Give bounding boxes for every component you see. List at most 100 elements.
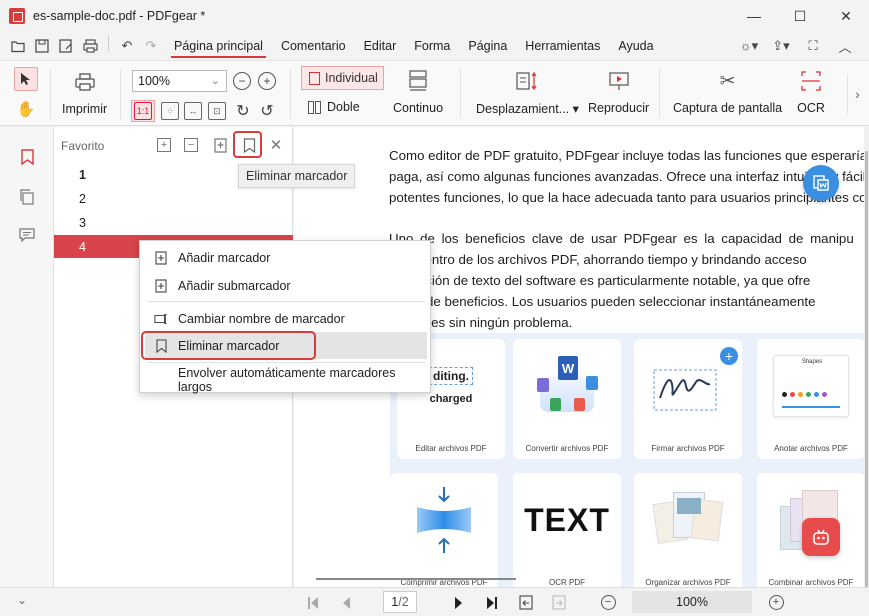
first-page-button[interactable] xyxy=(303,592,323,613)
paragraph-line: de edición de texto del software es part… xyxy=(389,273,811,288)
menu-rename-bookmark[interactable]: Cambiar nombre de marcador xyxy=(145,305,427,332)
panel-title: Favorito xyxy=(61,139,105,153)
pages-icon xyxy=(20,189,34,205)
bookmark-item[interactable]: 2 xyxy=(54,187,293,210)
bookmark-item[interactable]: 3 xyxy=(54,211,293,234)
maximize-button[interactable]: ☐ xyxy=(777,0,823,32)
menu-pagina[interactable]: Página xyxy=(459,32,516,60)
window-controls: — ☐ ✕ xyxy=(731,0,869,32)
hand-tool-button[interactable]: ✋ xyxy=(14,97,38,121)
paragraph-line: gama de beneficios. Los usuarios pueden … xyxy=(389,294,816,309)
card-caption: Organizar archivos PDF xyxy=(645,578,731,587)
zoom-in-button[interactable]: + xyxy=(258,72,276,90)
collapse-ribbon-icon[interactable]: ︿ xyxy=(831,35,859,57)
fullscreen-icon[interactable]: ⛶ xyxy=(799,35,827,57)
page-number-input[interactable]: 1/2 xyxy=(383,591,417,613)
play-slideshow-button[interactable]: Reproducir xyxy=(588,68,649,115)
menu-wrap-long-bookmarks[interactable]: Envolver automáticamente marcadores larg… xyxy=(145,365,427,394)
add-bookmark-button[interactable] xyxy=(211,136,229,154)
ribbon-scroll-right-button[interactable]: › xyxy=(847,74,867,114)
ocr-label: OCR xyxy=(797,101,825,115)
status-zoom-out-button[interactable]: − xyxy=(598,592,618,613)
redo-icon[interactable]: ↷ xyxy=(139,35,163,57)
collapse-all-button[interactable]: − xyxy=(182,136,200,154)
chevron-down-icon[interactable]: ⌄ xyxy=(17,593,27,607)
menu-forma[interactable]: Forma xyxy=(405,32,459,60)
print-quick-icon[interactable] xyxy=(78,35,102,57)
open-folder-icon[interactable] xyxy=(6,35,30,57)
next-page-button[interactable] xyxy=(449,592,469,613)
menu-comentario[interactable]: Comentario xyxy=(272,32,355,60)
status-zoom-field[interactable]: 100% xyxy=(632,591,752,613)
screenshot-button[interactable]: ✂ Captura de pantalla xyxy=(673,68,782,116)
paragraph-line: Uno de los beneficios clave de usar PDFg… xyxy=(389,231,854,246)
share-icon[interactable]: ⇪▾ xyxy=(767,35,795,57)
fit-width-button[interactable]: ↔ xyxy=(182,100,204,122)
fit-visible-button[interactable]: ⊡ xyxy=(206,100,228,122)
continuous-scroll-icon xyxy=(404,68,432,94)
go-back-view-button[interactable] xyxy=(516,592,536,613)
save-icon[interactable] xyxy=(30,35,54,57)
select-tool-button[interactable] xyxy=(14,67,38,91)
actual-size-button[interactable]: 1:1 xyxy=(131,100,155,122)
menu-pagina-principal[interactable]: Página principal xyxy=(165,32,272,60)
paragraph-line: Como editor de PDF gratuito, PDFgear inc… xyxy=(389,148,864,163)
single-page-label: Individual xyxy=(325,71,378,85)
ocr-text-illustration: TEXT xyxy=(524,501,610,538)
menu-item-label: Añadir submarcador xyxy=(178,278,291,293)
left-icon-rail xyxy=(0,127,54,587)
continuous-label: Continuo xyxy=(393,101,444,115)
thumbnails-panel-button[interactable] xyxy=(17,187,37,207)
print-button[interactable]: Imprimir xyxy=(62,69,107,116)
comments-panel-button[interactable] xyxy=(17,225,37,245)
close-button[interactable]: ✕ xyxy=(823,0,869,32)
menu-editar[interactable]: Editar xyxy=(355,32,406,60)
theme-sun-icon[interactable]: ☼▾ xyxy=(735,35,763,57)
bookmark-panel-button[interactable] xyxy=(17,147,37,167)
menu-herramientas[interactable]: Herramientas xyxy=(516,32,609,60)
minimize-button[interactable]: — xyxy=(731,0,777,32)
previous-page-button[interactable] xyxy=(336,592,356,613)
fit-page-icon: ⁘ xyxy=(161,102,179,120)
double-page-view-button[interactable]: Doble xyxy=(308,100,360,114)
undo-icon[interactable]: ↶ xyxy=(115,35,139,57)
expand-all-icon: + xyxy=(157,138,171,152)
ai-assistant-float-button[interactable] xyxy=(802,518,840,556)
continuous-view-button[interactable]: Continuo xyxy=(393,68,443,115)
ocr-button[interactable]: OCR xyxy=(797,68,825,115)
convert-word-icon xyxy=(813,175,829,191)
bookmark-icon xyxy=(20,149,34,165)
next-page-icon xyxy=(455,596,462,609)
close-panel-button[interactable]: ✕ xyxy=(267,136,285,154)
save-as-icon[interactable] xyxy=(54,35,78,57)
status-zoom-in-button[interactable]: + xyxy=(766,592,786,613)
fit-page-button[interactable]: ⁘ xyxy=(159,100,181,122)
total-pages: /2 xyxy=(398,595,409,609)
scroll-mode-dropdown[interactable]: Desplazamient... ▾ xyxy=(476,68,579,116)
menu-divider xyxy=(147,301,425,302)
ribbon-divider xyxy=(120,69,121,119)
horizontal-scrollbar[interactable] xyxy=(316,578,516,580)
expand-all-button[interactable]: + xyxy=(155,136,173,154)
menu-add-sub-bookmark[interactable]: Añadir submarcador xyxy=(145,272,427,299)
rotate-clockwise-icon: ↻ xyxy=(236,103,250,120)
menu-ayuda[interactable]: Ayuda xyxy=(609,32,662,60)
zoom-select[interactable]: 100% ⌄ xyxy=(132,70,227,92)
scissors-icon: ✂ xyxy=(719,70,736,92)
fit-visible-icon: ⊡ xyxy=(208,102,226,120)
rotate-left-button[interactable]: ↺ xyxy=(256,100,278,122)
single-page-view-button[interactable]: Individual xyxy=(301,66,384,90)
add-bookmark-icon xyxy=(154,250,168,265)
pdf-to-word-float-button[interactable] xyxy=(803,165,839,201)
zoom-out-button[interactable]: − xyxy=(233,72,251,90)
go-forward-view-button[interactable] xyxy=(549,592,569,613)
scrollbar-thumb[interactable] xyxy=(865,151,868,616)
menu-add-bookmark[interactable]: Añadir marcador xyxy=(145,244,427,271)
vertical-scrollbar[interactable] xyxy=(864,127,869,616)
rotate-right-button[interactable]: ↻ xyxy=(232,100,254,122)
feature-card: TEXT OCR PDF xyxy=(513,473,621,587)
menu-item-label: Envolver automáticamente marcadores larg… xyxy=(178,365,396,394)
feature-card: Shapes Anotar archivos PDF xyxy=(757,339,864,459)
last-page-button[interactable] xyxy=(482,592,502,613)
add-sub-bookmark-icon xyxy=(154,278,168,293)
